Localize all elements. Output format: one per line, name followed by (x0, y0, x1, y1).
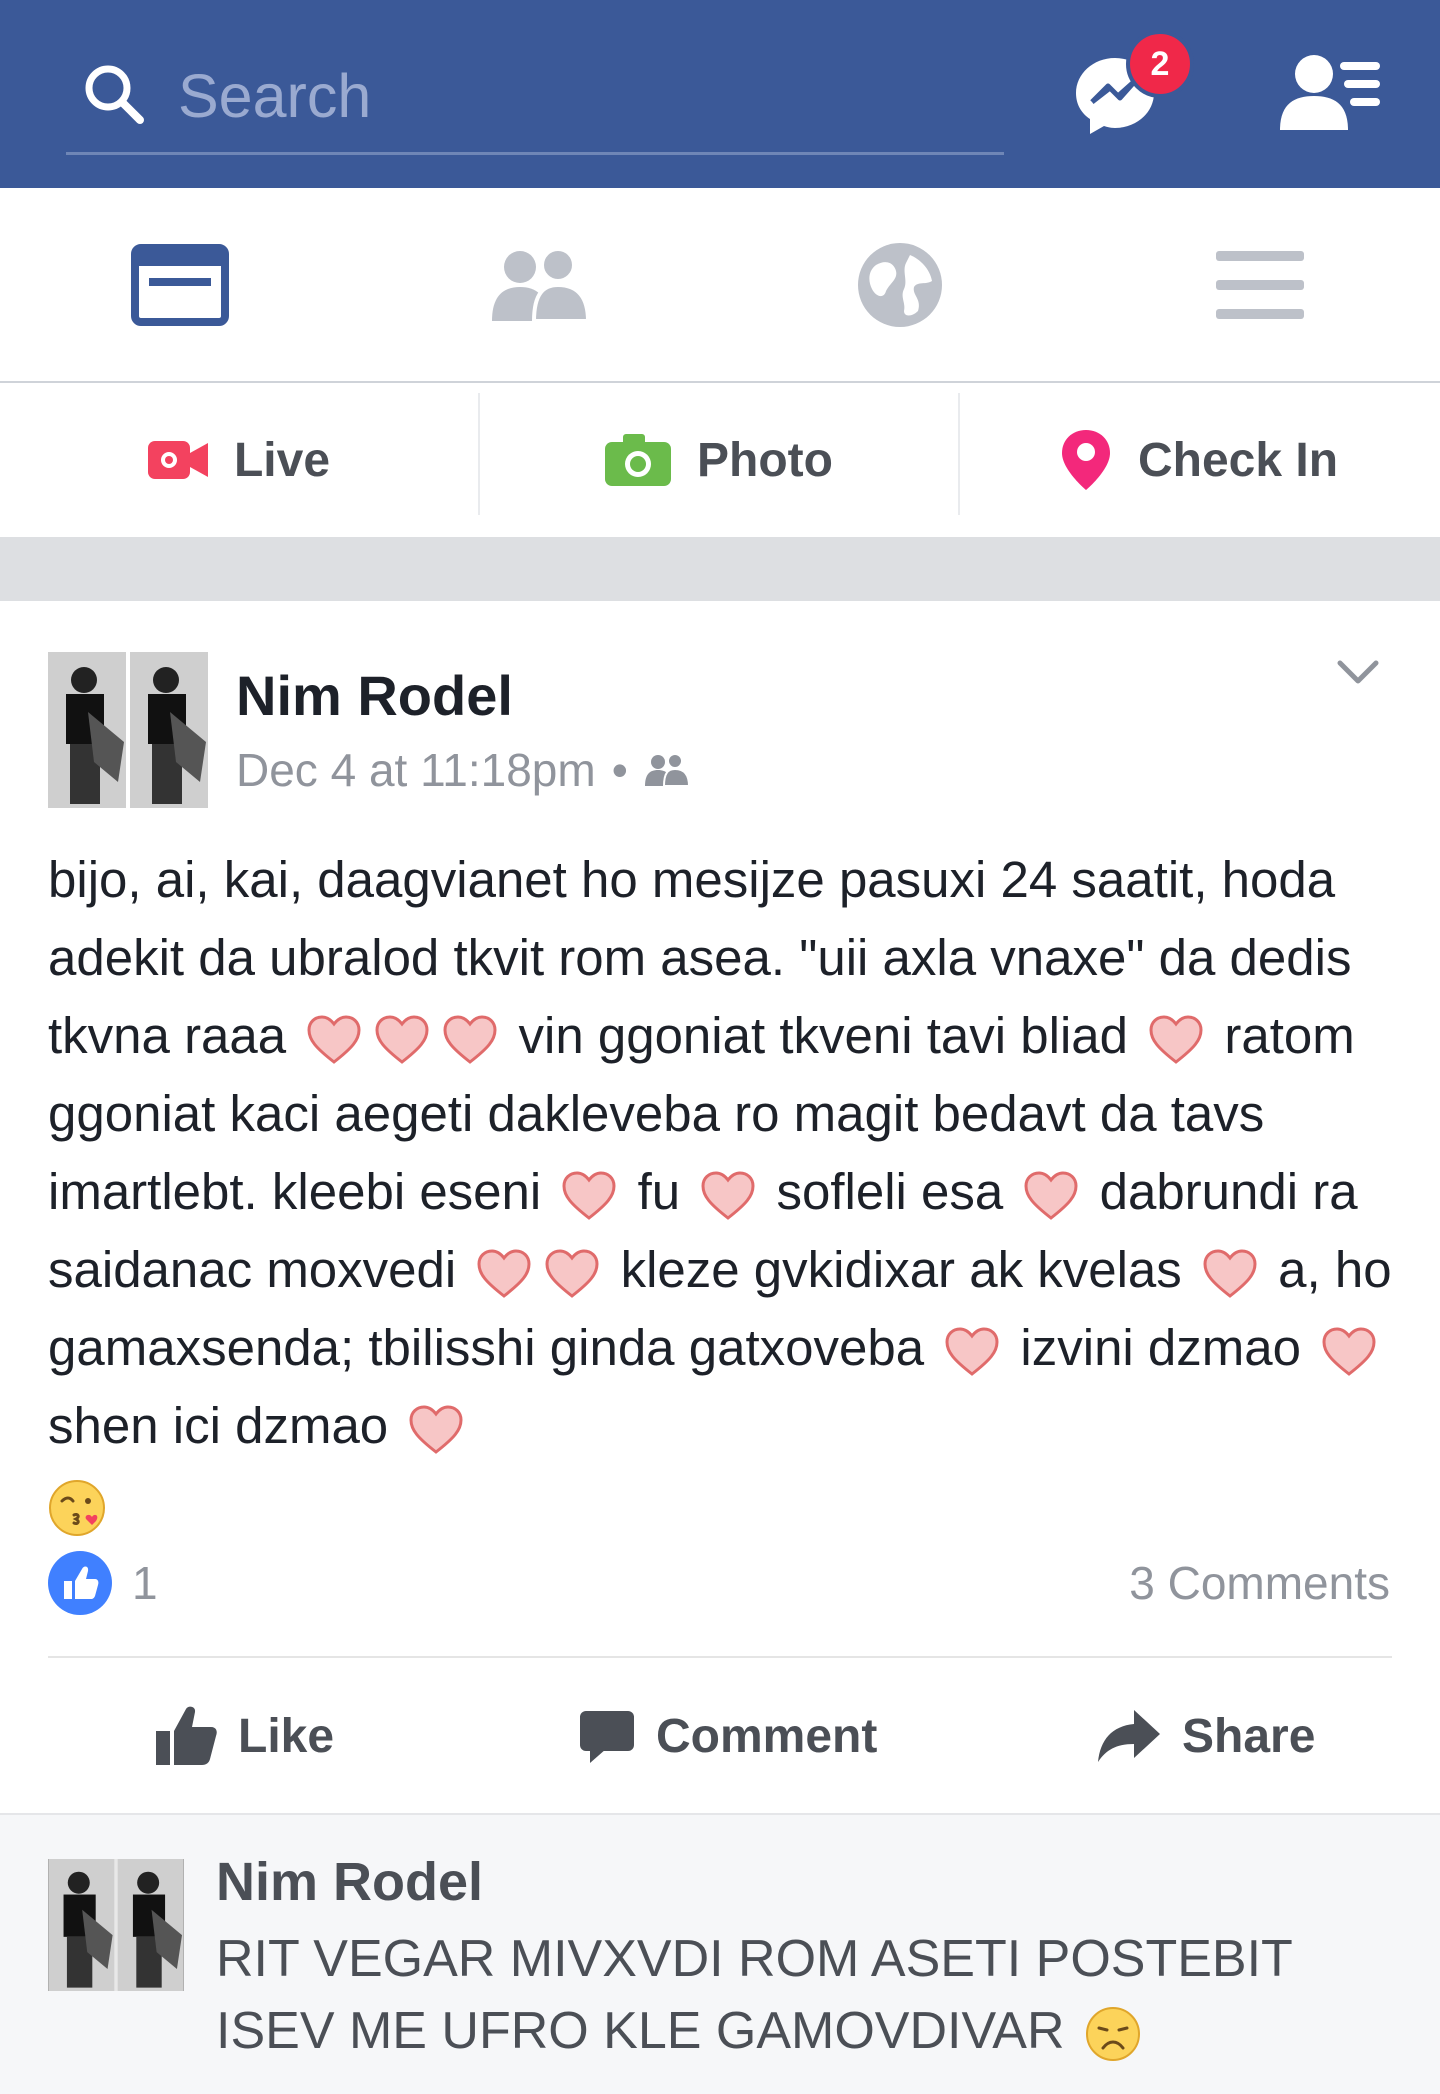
live-label: Live (233, 433, 331, 487)
meta-separator: • (611, 744, 628, 796)
avatar-photo (48, 652, 208, 808)
top-bar: 2 (0, 0, 1440, 188)
heart-emoji-icon (1203, 1249, 1257, 1298)
post-timestamp[interactable]: Dec 4 at 11:18pm (236, 743, 596, 797)
post-text-segment: vin ggoniat tkveni tavi bliad (504, 1007, 1143, 1064)
feed-post: Nim Rodel Dec 4 at 11:18pm • bijo, ai, k… (0, 601, 1440, 1813)
search-icon (85, 65, 144, 124)
avatar[interactable] (48, 652, 208, 808)
post-text: bijo, ai, kai, daagvianet ho mesijze pas… (48, 841, 1404, 1543)
post-text-segment: shen ici dzmao (48, 1397, 403, 1454)
heart-emoji-icon (477, 1249, 531, 1298)
heart-emoji-icon (1149, 1015, 1203, 1064)
comment-avatar[interactable] (48, 1859, 184, 1991)
search-input[interactable] (176, 52, 980, 140)
heart-emoji-icon (443, 1015, 497, 1064)
comment-button[interactable]: Comment (578, 1691, 877, 1781)
like-label: Like (238, 1709, 335, 1763)
share-button[interactable]: Share (1096, 1691, 1315, 1781)
chevron-down-icon[interactable] (1336, 659, 1380, 687)
live-button[interactable]: Live (0, 383, 478, 537)
friend-requests-icon[interactable] (1278, 52, 1382, 132)
disappointed-face-emoji-icon (1085, 2007, 1140, 2062)
hamburger-menu-icon (1216, 250, 1304, 319)
tab-friends[interactable] (360, 188, 720, 381)
heart-emoji-icon (945, 1327, 999, 1376)
check-in-button[interactable]: Check In (960, 383, 1438, 537)
friends-audience-icon (644, 753, 690, 787)
heart-emoji-icon (545, 1249, 599, 1298)
messenger-badge: 2 (1126, 30, 1194, 98)
heart-emoji-icon (375, 1015, 429, 1064)
post-author[interactable]: Nim Rodel (236, 663, 513, 728)
comment-label: Comment (656, 1709, 878, 1763)
kissing-face-emoji-icon (49, 1479, 105, 1536)
comments-count[interactable]: 3 Comments (1129, 1556, 1390, 1610)
heart-emoji-icon (562, 1171, 616, 1220)
location-pin-icon (1061, 430, 1110, 490)
tab-notifications[interactable] (720, 188, 1080, 381)
post-text-segment: fu (623, 1163, 695, 1220)
share-label: Share (1182, 1709, 1316, 1763)
composer-bar: Live Photo Check In (0, 383, 1440, 537)
heart-emoji-icon (409, 1405, 463, 1454)
like-reaction-icon (48, 1551, 112, 1615)
news-feed-icon (131, 243, 229, 326)
search-bar[interactable] (66, 40, 1004, 155)
like-button[interactable]: Like (154, 1691, 334, 1781)
friends-icon (492, 246, 590, 323)
camera-icon (605, 434, 672, 486)
photo-label: Photo (697, 433, 833, 487)
nav-tab-bar (0, 188, 1440, 383)
post-text-segment: kleze gvkidixar ak kvelas (606, 1241, 1196, 1298)
heart-emoji-icon (1322, 1327, 1376, 1376)
comment-preview: Nim Rodel RIT VEGAR MIVXVDI ROM ASETI PO… (0, 1813, 1440, 2094)
photo-button[interactable]: Photo (480, 383, 958, 537)
comment-icon (580, 1711, 634, 1763)
check-in-label: Check In (1137, 433, 1339, 487)
heart-emoji-icon (307, 1015, 361, 1064)
live-video-icon (147, 441, 208, 479)
avatar-photo (48, 1859, 184, 1991)
comment-author[interactable]: Nim Rodel (216, 1851, 483, 1913)
like-count: 1 (132, 1557, 158, 1609)
post-text-segment: sofleli esa (762, 1163, 1018, 1220)
action-divider (48, 1656, 1392, 1658)
thumbs-up-icon (156, 1706, 217, 1765)
reaction-summary[interactable]: 1 (48, 1551, 158, 1615)
share-arrow-icon (1098, 1710, 1160, 1762)
tab-menu[interactable] (1080, 188, 1440, 381)
post-meta: Dec 4 at 11:18pm • (236, 743, 690, 797)
heart-emoji-icon (1024, 1171, 1078, 1220)
heart-emoji-icon (701, 1171, 755, 1220)
comment-text: RIT VEGAR MIVXVDI ROM ASETI POSTEBIT ISE… (216, 1923, 1396, 2067)
post-text-segment: izvini dzmao (1006, 1319, 1316, 1376)
feed-separator (0, 537, 1440, 601)
globe-icon (858, 242, 942, 327)
tab-news-feed[interactable] (0, 188, 360, 381)
